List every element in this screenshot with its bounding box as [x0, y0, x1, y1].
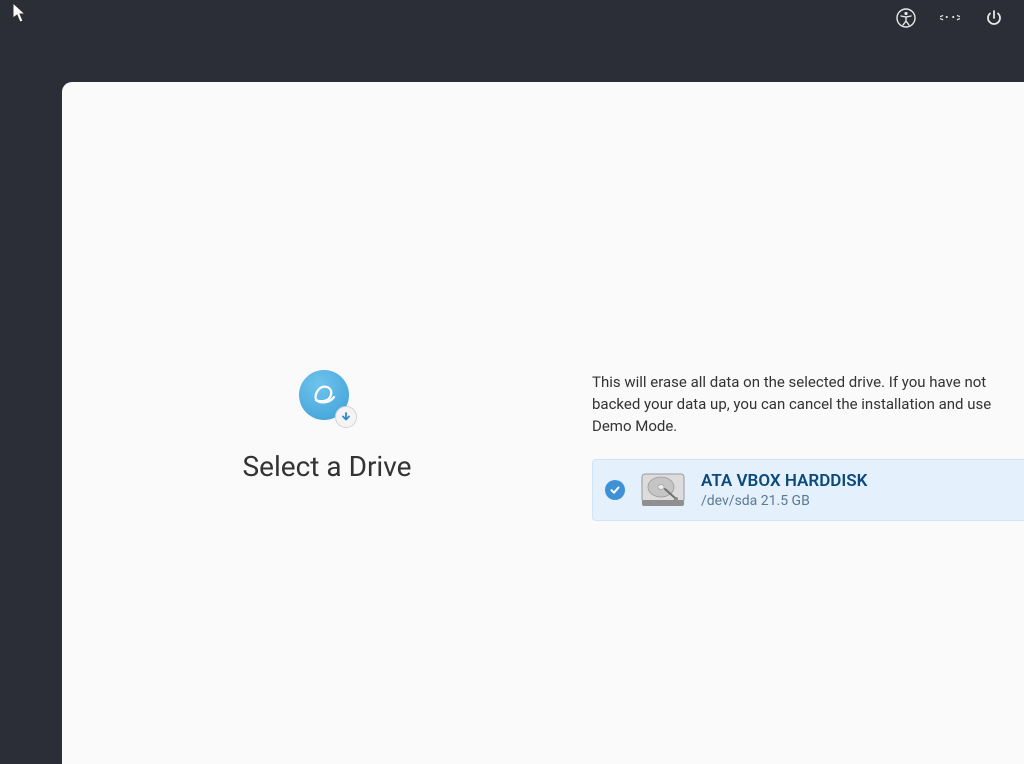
drive-name: ATA VBOX HARDDISK [701, 471, 867, 491]
download-badge-icon [335, 406, 357, 428]
right-pane: This will erase all data on the selected… [592, 82, 1024, 764]
installer-logo [299, 370, 355, 426]
drive-option[interactable]: ATA VBOX HARDDISK /dev/sda 21.5 GB [592, 459, 1024, 521]
installer-window: Select a Drive This will erase all data … [62, 82, 1024, 764]
mouse-cursor-icon [12, 2, 30, 28]
warning-text: This will erase all data on the selected… [592, 372, 1024, 437]
selected-check-icon [605, 480, 625, 500]
drive-subtitle: /dev/sda 21.5 GB [701, 493, 867, 509]
system-top-bar: <··> [896, 0, 1024, 36]
left-pane: Select a Drive [62, 82, 592, 764]
harddisk-icon [639, 470, 687, 510]
svg-text:<··>: <··> [940, 11, 960, 24]
page-title: Select a Drive [243, 450, 412, 483]
power-icon[interactable] [984, 8, 1004, 28]
accessibility-icon[interactable] [896, 8, 916, 28]
drive-text: ATA VBOX HARDDISK /dev/sda 21.5 GB [701, 471, 867, 509]
wired-network-icon[interactable]: <··> [940, 8, 960, 28]
